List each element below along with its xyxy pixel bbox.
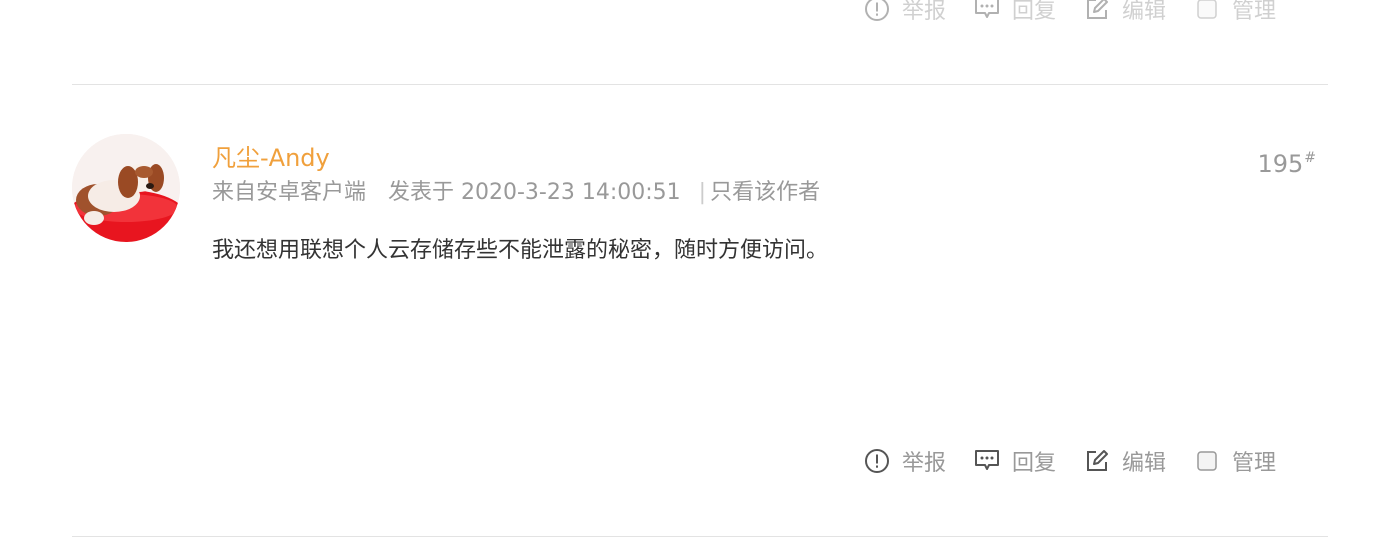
- prev-report-button[interactable]: 举报: [864, 0, 946, 25]
- floor-number-value: 195: [1257, 150, 1304, 178]
- manage-label: 管理: [1232, 0, 1277, 24]
- checkbox-icon: [1194, 448, 1220, 474]
- edit-button[interactable]: 编辑: [1084, 445, 1166, 477]
- report-label: 举报: [902, 451, 947, 476]
- post-divider: [72, 536, 1328, 537]
- edit-icon: [1084, 0, 1110, 22]
- report-label: 举报: [902, 0, 947, 24]
- comment-icon: [974, 0, 1000, 22]
- prev-reply-button[interactable]: 回复: [974, 0, 1056, 25]
- alert-circle-icon: [864, 448, 890, 474]
- post-meta: 来自安卓客户端 发表于 2020-3-23 14:00:51 | 只看该作者: [212, 174, 820, 206]
- prev-post-actions: 举报 回复 编辑 管理: [864, 0, 1276, 24]
- comment-icon: [974, 448, 1000, 474]
- edit-icon: [1084, 448, 1110, 474]
- edit-label: 编辑: [1122, 0, 1167, 24]
- post-content: 我还想用联想个人云存储存些不能泄露的秘密，随时方便访问。: [212, 238, 829, 263]
- manage-label: 管理: [1232, 451, 1277, 476]
- post-source: 来自安卓客户端: [212, 180, 367, 205]
- only-author-link[interactable]: 只看该作者: [710, 180, 820, 205]
- reply-button[interactable]: 回复: [974, 445, 1056, 477]
- meta-separator: |: [698, 180, 707, 205]
- edit-label: 编辑: [1122, 451, 1167, 476]
- reply-label: 回复: [1012, 451, 1057, 476]
- forum-thread: 举报 回复 编辑 管理 凡尘-Andy 来自安卓客户端 发表于 2020-3-2…: [0, 0, 1390, 547]
- manage-checkbox[interactable]: 管理: [1194, 445, 1276, 477]
- post-timestamp: 发表于 2020-3-23 14:00:51: [388, 180, 681, 205]
- prev-edit-button[interactable]: 编辑: [1084, 0, 1166, 25]
- post-actions: 举报 回复 编辑 管理: [864, 446, 1276, 476]
- floor-suffix: #: [1304, 150, 1316, 166]
- author-name[interactable]: 凡尘-Andy: [212, 138, 330, 173]
- reply-label: 回复: [1012, 0, 1057, 24]
- checkbox-icon: [1194, 0, 1220, 22]
- prev-manage-checkbox[interactable]: 管理: [1194, 0, 1276, 25]
- report-button[interactable]: 举报: [864, 445, 946, 477]
- avatar-dog-image: [72, 134, 180, 242]
- post-divider: [72, 84, 1328, 85]
- alert-circle-icon: [864, 0, 890, 22]
- floor-number[interactable]: 195#: [1257, 150, 1316, 178]
- avatar[interactable]: [72, 134, 180, 242]
